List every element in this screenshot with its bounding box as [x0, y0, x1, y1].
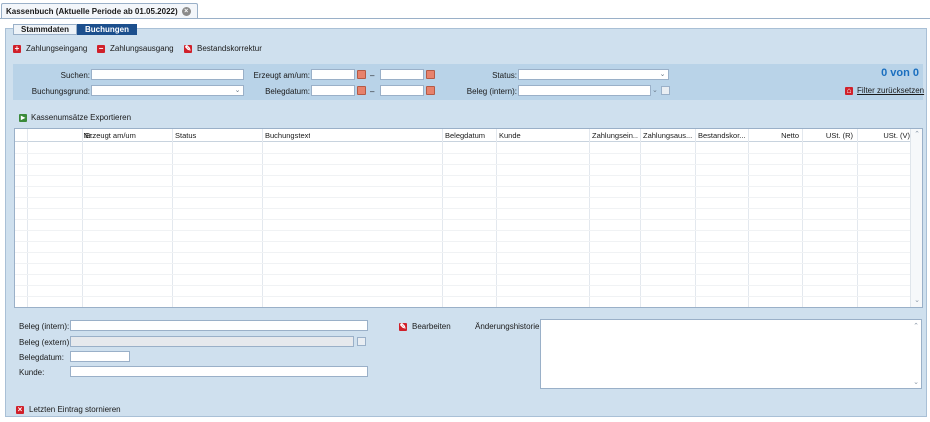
row-divider — [15, 197, 911, 198]
search-input[interactable] — [91, 69, 244, 80]
chevron-down-icon: ⌄ — [659, 71, 666, 78]
column-header-bestandskorrektur[interactable]: Bestandskor... — [698, 129, 748, 142]
detail-beleg-extern-label: Beleg (extern): — [19, 338, 72, 347]
table-header: Nr. Erzeugt am/um Status Buchungstext Be… — [15, 129, 911, 142]
status-label: Status: — [492, 71, 517, 80]
calendar-icon[interactable] — [426, 70, 435, 79]
export-label: Kassenumsätze Exportieren — [31, 113, 132, 122]
scroll-up-icon[interactable]: ⌃ — [913, 131, 921, 139]
calendar-icon[interactable] — [357, 86, 366, 95]
detail-beleg-intern-input[interactable] — [70, 320, 368, 331]
pencil-icon: ✎ — [399, 321, 407, 331]
beleg-intern-filter-label: Beleg (intern): — [466, 87, 517, 96]
range-separator: – — [370, 87, 375, 96]
table-scrollbar[interactable]: ⌃ ⌄ — [910, 129, 922, 307]
buchungsgrund-label: Buchungsgrund: — [31, 87, 90, 96]
zahlungsausgang-label: Zahlungsausgang — [110, 44, 174, 53]
range-separator: – — [370, 71, 375, 80]
column-header-kunde[interactable]: Kunde — [499, 129, 521, 142]
tab-stammdaten[interactable]: Stammdaten — [13, 24, 78, 35]
row-divider — [15, 241, 911, 242]
row-divider — [15, 230, 911, 231]
bestandskorrektur-label: Bestandskorrektur — [197, 44, 262, 53]
column-header-netto[interactable]: Netto — [751, 129, 799, 142]
column-header-belegdatum[interactable]: Belegdatum — [445, 129, 485, 142]
belegdatum-from-input[interactable] — [311, 85, 355, 96]
reset-icon: ⌂ — [845, 85, 853, 95]
tab-buchungen[interactable]: Buchungen — [77, 24, 138, 35]
storno-button[interactable]: × Letzten Eintrag stornieren — [16, 405, 121, 414]
buchungsgrund-select[interactable]: ⌄ — [91, 85, 244, 96]
beleg-intern-filter-input[interactable] — [518, 85, 651, 96]
scroll-up-icon[interactable]: ⌃ — [913, 322, 919, 330]
detail-beleg-intern-label: Beleg (intern): — [19, 322, 70, 331]
detail-beleg-extern-input — [70, 336, 354, 347]
erzeugt-to-input[interactable] — [380, 69, 424, 80]
detail-belegdatum-input[interactable] — [70, 351, 130, 362]
column-header-ust-r[interactable]: USt. (R) — [805, 129, 853, 142]
document-tab-title: Kassenbuch (Aktuelle Periode ab 01.05.20… — [6, 7, 178, 16]
close-icon[interactable]: × — [181, 7, 191, 16]
lookup-icon[interactable] — [357, 337, 366, 346]
tab-bar-divider — [0, 18, 930, 19]
scroll-down-icon[interactable]: ⌄ — [913, 297, 921, 305]
row-divider — [15, 263, 911, 264]
column-header-ust-v[interactable]: USt. (V) — [860, 129, 910, 142]
detail-belegdatum-label: Belegdatum: — [19, 353, 64, 362]
calendar-icon[interactable] — [426, 86, 435, 95]
plus-icon: + — [13, 43, 21, 53]
column-header-zahlungseingang[interactable]: Zahlungsein... — [592, 129, 638, 142]
scroll-down-icon[interactable]: ⌄ — [913, 378, 919, 386]
chevron-down-icon[interactable]: ⌄ — [652, 86, 658, 94]
row-divider — [15, 274, 911, 275]
column-header-erzeugt[interactable]: Erzeugt am/um — [85, 129, 136, 142]
bookings-table: Nr. Erzeugt am/um Status Buchungstext Be… — [14, 128, 923, 308]
zahlungseingang-button[interactable]: + Zahlungseingang — [13, 44, 87, 53]
historie-label: Änderungshistorie: — [475, 322, 542, 331]
result-count: 0 von 0 — [881, 67, 919, 79]
pencil-icon: ✎ — [184, 43, 192, 53]
row-divider — [15, 164, 911, 165]
bearbeiten-button[interactable]: ✎ Bearbeiten — [399, 322, 451, 331]
row-divider — [15, 153, 911, 154]
column-header-zahlungsausgang[interactable]: Zahlungsaus... — [643, 129, 693, 142]
bearbeiten-label: Bearbeiten — [412, 322, 451, 331]
column-header-buchungstext[interactable]: Buchungstext — [265, 129, 310, 142]
row-divider — [15, 252, 911, 253]
filter-reset-label: Filter zurücksetzen — [857, 86, 925, 95]
belegdatum-filter-label: Belegdatum: — [265, 87, 310, 96]
storno-label: Letzten Eintrag stornieren — [29, 405, 121, 414]
calendar-icon[interactable] — [357, 70, 366, 79]
suchen-label: Suchen: — [60, 71, 90, 80]
detail-kunde-input[interactable] — [70, 366, 368, 377]
historie-textarea[interactable]: ⌃ ⌄ — [540, 319, 922, 389]
filter-reset-link[interactable]: ⌂ Filter zurücksetzen — [845, 86, 924, 95]
zahlungseingang-label: Zahlungseingang — [26, 44, 88, 53]
minus-icon: − — [97, 43, 105, 53]
export-button[interactable]: ▸ Kassenumsätze Exportieren — [19, 113, 131, 122]
row-divider — [15, 186, 911, 187]
row-divider — [15, 208, 911, 209]
column-header-status[interactable]: Status — [175, 129, 196, 142]
erzeugt-label: Erzeugt am/um: — [253, 71, 310, 80]
cancel-icon: × — [16, 404, 24, 414]
row-divider — [15, 175, 911, 176]
zahlungsausgang-button[interactable]: − Zahlungsausgang — [97, 44, 174, 53]
clear-icon[interactable] — [661, 86, 670, 95]
status-select[interactable]: ⌄ — [518, 69, 669, 80]
sub-tab-bar: Stammdaten Buchungen — [13, 24, 138, 35]
belegdatum-to-input[interactable] — [380, 85, 424, 96]
detail-kunde-label: Kunde: — [19, 368, 45, 377]
erzeugt-from-input[interactable] — [311, 69, 355, 80]
document-tab-kassenbuch[interactable]: Kassenbuch (Aktuelle Periode ab 01.05.20… — [1, 3, 198, 19]
export-icon: ▸ — [19, 112, 27, 122]
row-divider — [15, 219, 911, 220]
row-divider — [15, 296, 911, 297]
bestandskorrektur-button[interactable]: ✎ Bestandskorrektur — [184, 44, 262, 53]
row-divider — [15, 285, 911, 286]
